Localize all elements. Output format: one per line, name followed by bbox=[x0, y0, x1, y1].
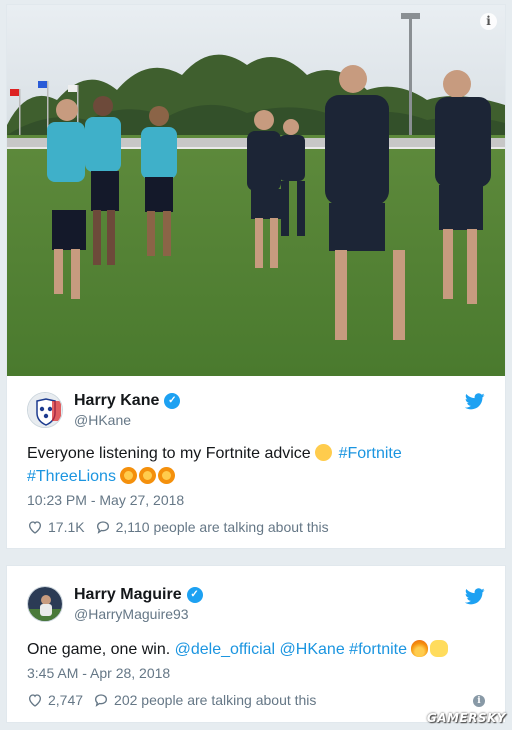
timestamp[interactable]: 3:45 AM - Apr 28, 2018 bbox=[27, 665, 170, 681]
talking-count: 2,110 people are talking about this bbox=[115, 519, 329, 535]
display-name[interactable]: Harry Maguire bbox=[74, 586, 182, 604]
lion-icon bbox=[139, 467, 157, 484]
conversation-link[interactable]: 2,110 people are talking about this bbox=[95, 519, 329, 535]
verified-badge-icon: ✓ bbox=[164, 393, 181, 409]
like-button[interactable]: 17.1K bbox=[27, 519, 85, 535]
tweet-photo[interactable]: i bbox=[7, 5, 505, 376]
mention-link[interactable]: @dele_official bbox=[175, 641, 275, 658]
like-count: 17.1K bbox=[48, 519, 85, 535]
conversation-link[interactable]: 202 people are talking about this bbox=[93, 692, 316, 708]
hashtag-link[interactable]: #Fortnite bbox=[339, 445, 402, 462]
verified-badge-icon: ✓ bbox=[186, 587, 203, 603]
handle[interactable]: @HKane bbox=[74, 412, 180, 428]
hashtag-link[interactable]: #ThreeLions bbox=[27, 468, 116, 485]
mention-link[interactable]: @HKane bbox=[280, 641, 345, 658]
tweet-text-plain: One game, one win. bbox=[27, 641, 175, 658]
like-button[interactable]: 2,747 bbox=[27, 692, 83, 708]
info-icon[interactable]: i bbox=[480, 13, 497, 30]
info-icon[interactable]: i bbox=[473, 695, 485, 707]
tweet-text: Everyone listening to my Fortnite advice… bbox=[27, 442, 485, 488]
like-count: 2,747 bbox=[48, 692, 84, 708]
tweet-actions: 2,747 202 people are talking about this … bbox=[27, 692, 485, 708]
tweet-text-plain: Everyone listening to my Fortnite advice bbox=[27, 445, 316, 462]
hashtag-link[interactable]: #fortnite bbox=[349, 641, 407, 658]
tweet-header: Harry Maguire ✓ @HarryMaguire93 bbox=[27, 582, 203, 626]
tweet-card-kane: i Harry Kane ✓ @HKane Everyone listening… bbox=[6, 4, 506, 549]
heart-icon bbox=[28, 694, 42, 707]
tweet-card-maguire: Harry Maguire ✓ @HarryMaguire93 One game… bbox=[6, 565, 506, 723]
tweet-actions: 17.1K 2,110 people are talking about thi… bbox=[27, 519, 485, 535]
handle[interactable]: @HarryMaguire93 bbox=[74, 606, 203, 622]
face-with-tears-of-joy-icon bbox=[315, 444, 333, 461]
heart-icon bbox=[28, 521, 42, 534]
speech-bubble-icon bbox=[95, 694, 108, 707]
display-name[interactable]: Harry Kane bbox=[74, 392, 159, 410]
talking-count: 202 people are talking about this bbox=[114, 692, 317, 708]
lion-icon bbox=[120, 467, 138, 484]
avatar[interactable] bbox=[27, 586, 63, 622]
tweet-text: One game, one win. @dele_official @HKane… bbox=[27, 638, 485, 661]
twitter-bird-icon[interactable] bbox=[465, 588, 485, 605]
fire-icon bbox=[411, 640, 429, 657]
avatar[interactable] bbox=[27, 392, 63, 428]
raised-hands-icon bbox=[430, 640, 449, 657]
twitter-bird-icon[interactable] bbox=[465, 393, 485, 410]
timestamp[interactable]: 10:23 PM - May 27, 2018 bbox=[27, 492, 184, 508]
lion-icon bbox=[158, 467, 176, 484]
watermark: GAMERSKY bbox=[426, 711, 506, 725]
speech-bubble-icon bbox=[96, 521, 109, 534]
tweet-header: Harry Kane ✓ @HKane bbox=[27, 388, 181, 432]
